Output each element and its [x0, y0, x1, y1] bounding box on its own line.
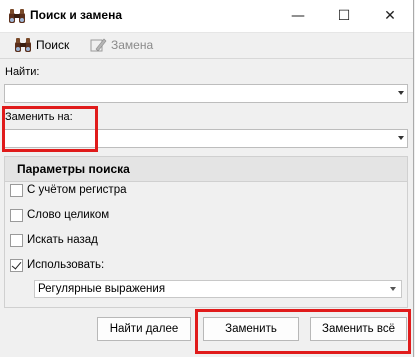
replace-tab[interactable]: Замена	[89, 36, 153, 54]
option-label: Искать назад	[27, 234, 98, 246]
maximize-icon: ☐	[337, 8, 351, 24]
search-options-title: Параметры поиска	[17, 162, 130, 176]
close-button[interactable]: ✕	[367, 0, 413, 32]
find-next-button[interactable]: Найти далее	[97, 317, 191, 341]
use-mode-select[interactable]: Регулярные выражения	[34, 280, 402, 298]
replace-button-label: Заменить	[225, 323, 277, 335]
checkbox[interactable]	[10, 233, 23, 247]
toolbar: Поиск Замена	[0, 32, 413, 59]
option-use[interactable]: Использовать:	[10, 257, 104, 273]
option-whole-word[interactable]: Слово целиком	[10, 207, 109, 223]
replace-all-button[interactable]: Заменить всё	[310, 317, 407, 341]
option-match-case[interactable]: С учётом регистра	[10, 182, 127, 198]
find-label: Найти:	[5, 66, 40, 78]
replace-combobox[interactable]	[4, 129, 408, 148]
minimize-button[interactable]: —	[275, 0, 321, 32]
binoculars-icon	[15, 38, 31, 52]
search-options-header: Параметры поиска	[5, 157, 407, 182]
title-bar: Поиск и замена — ☐ ✕	[0, 0, 413, 33]
replace-label: Заменить на:	[5, 111, 73, 123]
window-title: Поиск и замена	[30, 8, 123, 22]
chevron-down-icon[interactable]	[390, 287, 396, 291]
binoculars-icon	[9, 9, 25, 23]
find-combobox[interactable]	[4, 84, 408, 103]
replace-tab-label: Замена	[111, 38, 154, 52]
option-label: Слово целиком	[27, 209, 110, 221]
replace-all-label: Заменить всё	[322, 323, 395, 335]
minimize-icon: —	[291, 8, 305, 24]
replace-pen-icon	[90, 38, 107, 52]
checkbox[interactable]	[10, 183, 23, 197]
checkbox[interactable]	[10, 208, 23, 222]
chevron-down-icon[interactable]	[398, 91, 404, 95]
maximize-button[interactable]: ☐	[321, 0, 367, 32]
find-next-label: Найти далее	[109, 323, 179, 335]
replace-button[interactable]: Заменить	[203, 317, 299, 341]
option-label: С учётом регистра	[27, 184, 127, 196]
use-mode-value: Регулярные выражения	[38, 283, 166, 295]
option-search-backward[interactable]: Искать назад	[10, 232, 98, 248]
search-tab[interactable]: Поиск	[14, 36, 69, 54]
checkbox-checked[interactable]	[10, 258, 23, 272]
search-replace-window: Поиск и замена — ☐ ✕ Поиск Замена Найти:…	[0, 0, 414, 357]
search-tab-label: Поиск	[36, 38, 70, 52]
option-label: Использовать:	[27, 259, 105, 271]
close-icon: ✕	[384, 8, 396, 24]
chevron-down-icon[interactable]	[398, 136, 404, 140]
